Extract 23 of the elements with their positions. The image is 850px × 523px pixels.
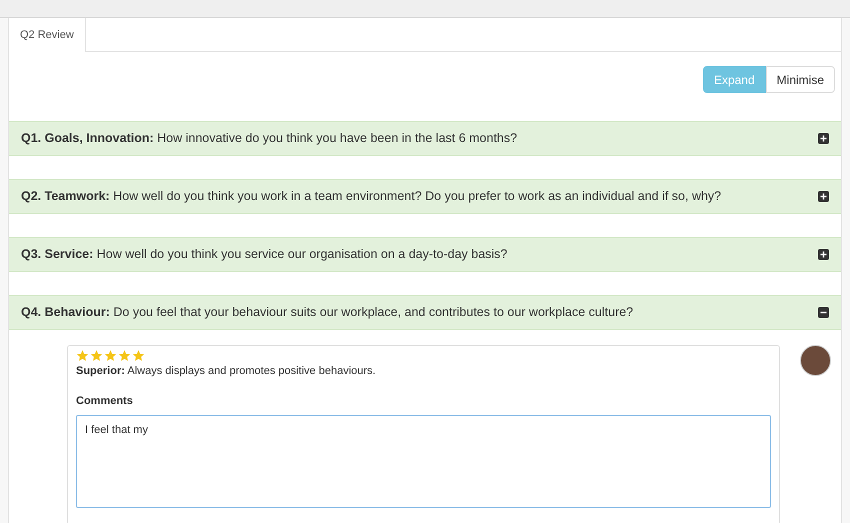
expand-icon[interactable] bbox=[818, 249, 829, 260]
toggle-button[interactable]: Minimise bbox=[766, 66, 835, 93]
expand-icon[interactable] bbox=[818, 133, 829, 144]
question-text: Q1. Goals, Innovation: How innovative do you think you have been in the last 6 months? bbox=[21, 130, 518, 148]
star-icon bbox=[90, 349, 103, 362]
question-header[interactable]: Q4. Behaviour: Do you feel that your behaviour suits our workplace, and contributes to our workplace culture? bbox=[9, 295, 841, 330]
avatar bbox=[800, 345, 831, 376]
star-icon bbox=[104, 349, 117, 362]
question-text: Q2. Teamwork: How well do you think you work in a team environment? Do you prefer to work as an individual and if so, why? bbox=[21, 188, 722, 206]
collapse-icon[interactable] bbox=[818, 307, 829, 318]
expand-icon[interactable] bbox=[818, 191, 829, 202]
question-header[interactable]: Q1. Goals, Innovation: How innovative do you think you have been in the last 6 months? bbox=[9, 121, 841, 156]
rating-text: Superior: Always displays and promotes positive behaviours. bbox=[76, 364, 377, 379]
question-text: Q3. Service: How well do you think you service our organisation on a day-to-day basis? bbox=[21, 246, 508, 264]
comments-label: Comments bbox=[76, 394, 134, 408]
question-header[interactable]: Q3. Service: How well do you think you service our organisation on a day-to-day basis? bbox=[9, 237, 841, 272]
star-icon bbox=[76, 349, 89, 362]
tab[interactable]: Q2 Review bbox=[9, 18, 86, 52]
comments-field[interactable]: I feel that my bbox=[76, 415, 772, 508]
question-header[interactable]: Q2. Teamwork: How well do you think you work in a team environment? Do you prefer to work as an individual and if so, why? bbox=[9, 179, 841, 214]
question-text: Q4. Behaviour: Do you feel that your behaviour suits our workplace, and contributes to our workplace culture? bbox=[21, 304, 634, 322]
star-icon bbox=[132, 349, 145, 362]
star-icon bbox=[118, 349, 131, 362]
